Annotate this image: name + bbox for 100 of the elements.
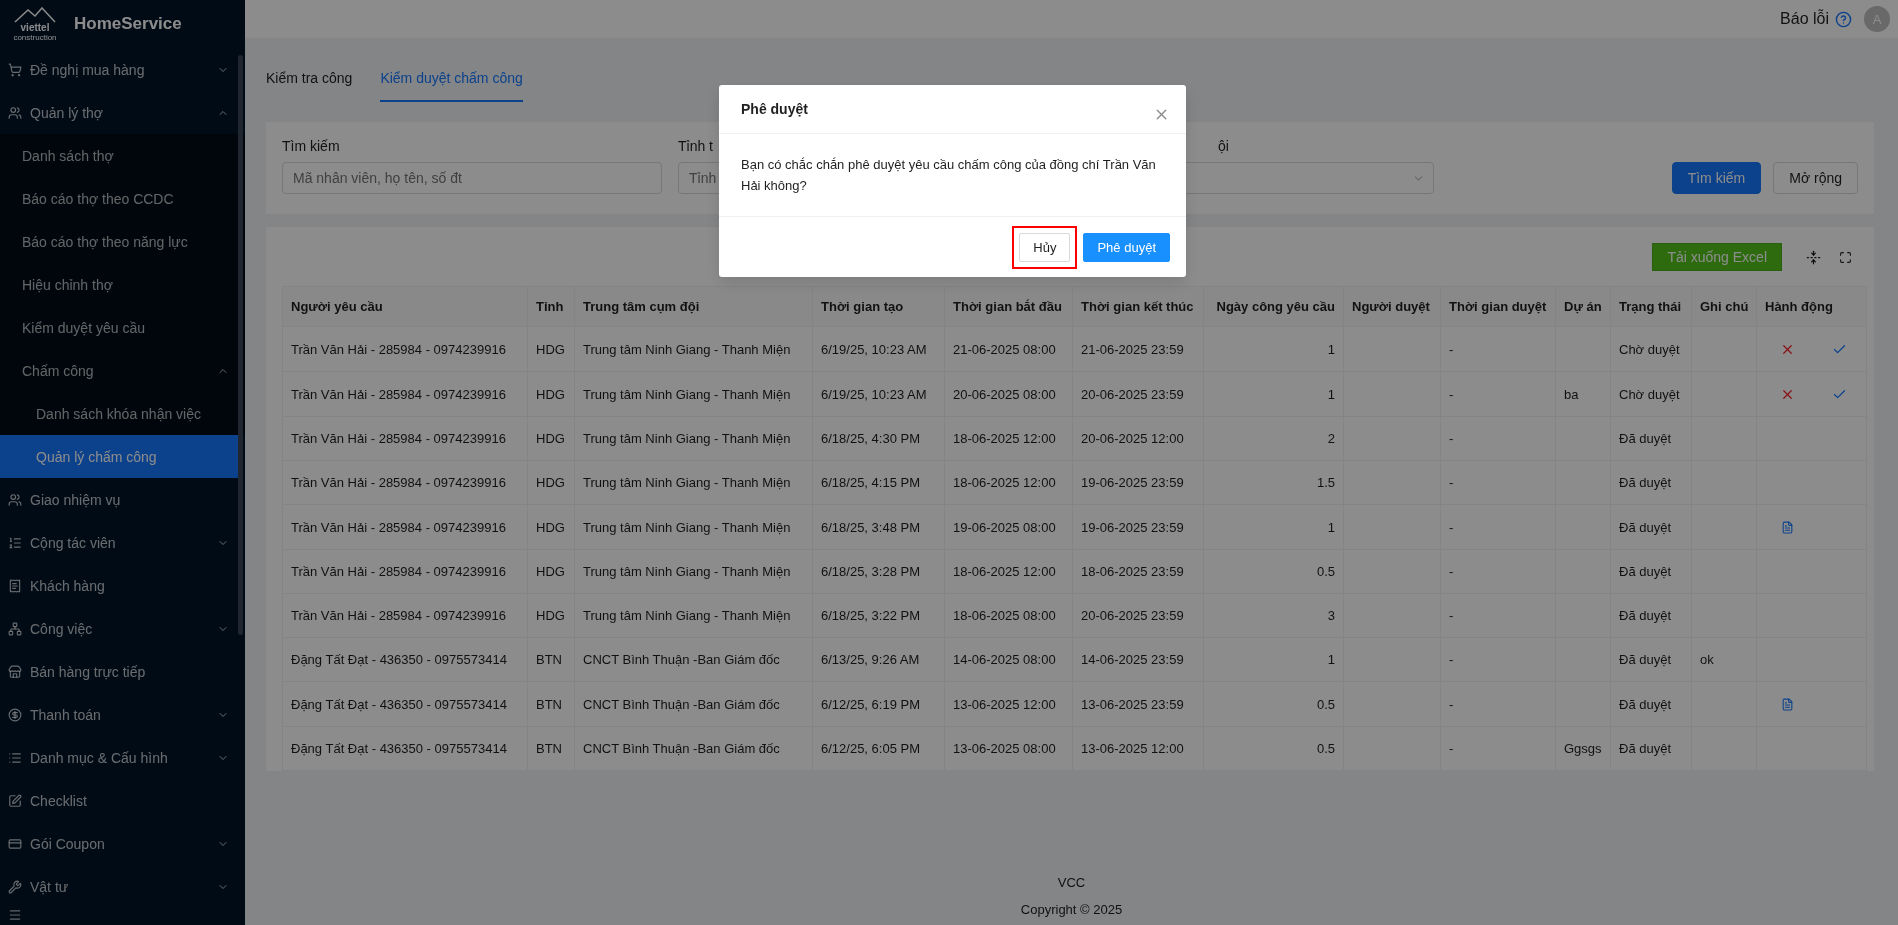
sidebar-item[interactable]: Danh sách thợ [0,134,245,177]
sidebar-item[interactable]: Kiểm duyệt yêu cầu [0,306,245,349]
column-header: Dự án [1555,286,1611,327]
table-cell: ba [1564,386,1579,402]
list-icon [8,750,22,765]
table-cell: Trung tâm Ninh Giang - Thanh Miện [583,431,791,446]
document-icon[interactable] [1780,520,1794,534]
table-cell: 6/18/25, 3:28 PM [821,564,920,579]
cart-icon [8,62,22,77]
table-cell: - [1449,475,1454,490]
table-cell: - [1449,431,1454,446]
sidebar-item[interactable]: Bán hàng trực tiếp [0,650,245,693]
table-cell: 18-06-2025 12:00 [953,431,1056,446]
table-cell: 19-06-2025 23:59 [1081,519,1184,535]
table-cell: 18-06-2025 23:59 [1081,564,1184,579]
table-cell: Trung tâm Ninh Giang - Thanh Miện [583,564,791,579]
sidebar-item[interactable]: Vật tư [0,865,245,908]
table-cell: - [1449,696,1454,712]
dollar-icon [8,707,22,722]
column-header: Thời gian kết thúc [1072,286,1204,327]
field-label: ội [1217,138,1230,154]
table-cell: - [1449,341,1454,357]
sidebar-item[interactable]: Checklist [0,779,245,822]
sidebar-item[interactable]: Danh sách khóa nhận việc [0,392,245,435]
card-icon [8,836,22,851]
column-header: Thời gian duyệt [1440,286,1556,327]
table-cell: 13-06-2025 12:00 [1081,741,1184,756]
menu-icon[interactable] [8,908,22,922]
table-cell: BTN [536,741,562,756]
table-cell: CNCT Bình Thuận -Ban Giám đốc [583,696,780,712]
tab[interactable]: Kiểm tra công [266,70,353,102]
cancel-button[interactable]: Hủy [1019,233,1071,262]
tab[interactable]: Kiểm duyệt chấm công [380,70,523,102]
table-cell: Đã duyệt [1619,475,1672,490]
table-cell: 0.5 [1316,741,1335,756]
table-cell: 6/18/25, 3:22 PM [821,608,920,623]
table-cell: Trần Văn Hải - 285984 - 0974239916 [291,431,506,446]
row-height-icon[interactable] [1806,249,1821,265]
receipt-icon [8,578,22,593]
sidebar-item[interactable]: Gói Coupon [0,822,245,865]
table-cell: Chờ duyệt [1619,341,1680,357]
table-cell: 6/19/25, 10:23 AM [821,386,927,402]
help-icon[interactable] [1835,10,1852,28]
sidebar-item[interactable]: Chấm công [0,349,245,392]
dialog-title: Phê duyệt [741,101,808,117]
sidebar-item[interactable]: Danh mục & Cấu hình [0,736,245,779]
table-cell: Đã duyệt [1619,652,1672,667]
column-header: Ngày công yêu cầu [1203,286,1344,327]
table-cell: 6/13/25, 9:26 AM [821,652,920,667]
table-cell: Đã duyệt [1619,741,1672,756]
table-cell: 6/18/25, 3:48 PM [821,519,920,535]
table-cell: 13-06-2025 12:00 [953,696,1056,712]
table-cell: HDG [536,608,565,623]
table-cell: Trung tâm Ninh Giang - Thanh Miện [583,519,791,535]
table-cell: Trung tâm Ninh Giang - Thanh Miện [583,475,791,490]
list-icon [8,535,22,550]
table-cell: 6/12/25, 6:19 PM [821,696,920,712]
table-cell: 1 [1327,652,1335,667]
mountain-logo-icon [14,6,56,23]
column-header: Trạng thái [1610,286,1692,327]
sidebar-item[interactable]: Báo cáo thợ theo CCDC [0,177,245,220]
search-field[interactable]: Mã nhân viên, họ tên, số đt [282,162,662,194]
approve-button[interactable]: Phê duyệt [1083,233,1170,262]
logo-subtext: construction [13,32,57,42]
copyright-text: Copyright © 2025 [1020,902,1123,917]
network-icon [8,621,22,636]
column-header: Tỉnh [527,286,575,327]
table-cell: 2 [1327,431,1335,446]
sidebar-item[interactable]: Hiệu chỉnh thợ [0,263,245,306]
table-cell: - [1449,519,1454,535]
table-cell: 20-06-2025 12:00 [1081,431,1184,446]
search-button[interactable]: Tìm kiếm [1671,162,1762,194]
users-icon [8,105,22,120]
column-header: Người duyệt [1343,286,1441,327]
table-cell: 1.5 [1316,475,1335,490]
table-cell: 20-06-2025 23:59 [1081,386,1184,402]
table-cell: Trung tâm Ninh Giang - Thanh Miện [583,341,791,357]
table-cell: Đã duyệt [1619,696,1672,712]
table-cell: Chờ duyệt [1619,386,1680,402]
table-cell: HDG [536,564,565,579]
table-cell: HDG [536,519,565,535]
table-cell: 18-06-2025 12:00 [953,475,1056,490]
table-cell: Trần Văn Hải - 285984 - 0974239916 [291,564,506,579]
table-cell: 20-06-2025 23:59 [1081,608,1184,623]
table-cell: - [1449,564,1454,579]
column-header: Trung tâm cụm đội [574,286,813,327]
table-cell: 6/19/25, 10:23 AM [821,341,927,357]
field-label: Tỉnh t [678,138,714,154]
fullscreen-icon[interactable] [1839,250,1852,264]
document-icon[interactable] [1780,697,1794,711]
sidebar-item[interactable]: Báo cáo thợ theo năng lực [0,220,245,263]
table-cell: 1 [1327,519,1335,535]
table-cell: Trần Văn Hải - 285984 - 0974239916 [291,608,506,623]
table-cell: Ggsgs [1564,741,1602,756]
report-link[interactable]: Báo lỗi [1780,10,1829,28]
expand-button[interactable]: Mở rộng [1773,162,1858,194]
sidebar-item[interactable]: Thanh toán [0,693,245,736]
scrollbar[interactable] [238,55,243,635]
table-cell: Đặng Tất Đạt - 436350 - 0975573414 [291,652,507,667]
excel-download-button[interactable]: Tải xuống Excel [1652,243,1782,271]
